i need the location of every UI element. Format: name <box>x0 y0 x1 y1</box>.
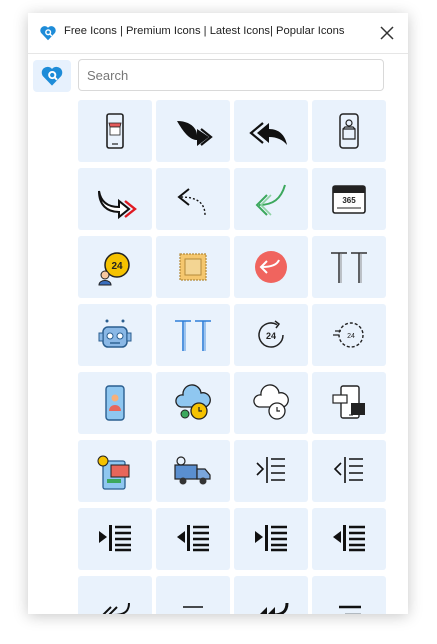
timer-24-icon: 24 <box>333 322 364 348</box>
align-center-icon <box>183 606 203 608</box>
icon-tile[interactable] <box>78 372 152 434</box>
mobile-chat-icon <box>332 385 365 419</box>
align-right-icon <box>339 605 361 614</box>
icon-tile[interactable] <box>234 372 308 434</box>
indent-right-filled-icon <box>99 525 131 552</box>
icon-tile[interactable] <box>78 440 152 502</box>
svg-text:24: 24 <box>266 331 276 341</box>
icon-tile[interactable]: 24 <box>312 304 386 366</box>
icon-tile[interactable] <box>312 440 386 502</box>
icon-tile[interactable] <box>78 304 152 366</box>
fast-rewind-arrow-icon <box>260 602 289 614</box>
icon-tile[interactable] <box>234 508 308 570</box>
sidebar-home-button[interactable] <box>33 60 71 92</box>
icon-tile[interactable]: 365 <box>312 168 386 230</box>
close-icon[interactable] <box>379 25 395 41</box>
rewind-arrow-icon <box>102 602 130 614</box>
icon-tile[interactable] <box>312 236 386 298</box>
indent-left-filled-icon <box>333 525 365 552</box>
clock-24-outline-icon: 24 <box>258 320 284 348</box>
brand-heart-search-icon <box>40 26 56 41</box>
reply-all-arrow-icon <box>249 122 287 145</box>
icon-tile[interactable] <box>156 372 230 434</box>
double-t-text-icon <box>331 252 367 283</box>
header: Free Icons | Premium Icons | Latest Icon… <box>28 13 408 54</box>
red-reply-circle-icon <box>255 251 287 283</box>
robot-face-icon <box>98 319 132 348</box>
cloud-clock-icon <box>175 384 211 420</box>
header-title: Free Icons | Premium Icons | Latest Icon… <box>64 25 345 37</box>
icon-tile[interactable] <box>234 168 308 230</box>
svg-text:365: 365 <box>342 196 356 205</box>
icon-tile[interactable] <box>78 100 152 162</box>
sidebar <box>28 54 74 614</box>
icon-tile[interactable] <box>78 168 152 230</box>
tablet-chat-icon <box>97 455 130 490</box>
mobile-person-icon <box>105 385 125 421</box>
indent-right-filled-icon <box>255 525 287 552</box>
calendar-365-icon: 365 <box>332 185 366 214</box>
indent-right-icon <box>256 457 285 483</box>
curved-forward-arrow-icon <box>98 190 137 220</box>
icon-grid: 365 24 24 24 <box>78 100 386 614</box>
delivery-truck-icon <box>174 456 211 485</box>
icon-tile[interactable] <box>78 508 152 570</box>
icon-tile[interactable]: 24 <box>234 304 308 366</box>
dotted-square-icon <box>179 253 207 281</box>
heart-search-icon <box>41 66 63 86</box>
icon-tile[interactable] <box>234 236 308 298</box>
icon-tile[interactable] <box>234 100 308 162</box>
mobile-shop-icon <box>106 113 124 149</box>
icon-tile[interactable] <box>156 440 230 502</box>
double-t-blue-text-icon <box>175 320 211 351</box>
svg-text:24: 24 <box>347 333 355 340</box>
icon-tile[interactable] <box>156 236 230 298</box>
cloud-clock-outline-icon <box>253 384 289 420</box>
icon-tile[interactable] <box>156 100 230 162</box>
green-reply-arrow-icon <box>255 184 286 216</box>
icon-tile[interactable] <box>156 508 230 570</box>
icon-tile[interactable] <box>312 508 386 570</box>
icon-tile[interactable] <box>156 168 230 230</box>
icon-tile[interactable] <box>234 576 308 614</box>
indent-left-icon <box>333 457 363 483</box>
icon-tile[interactable] <box>156 576 230 614</box>
icon-tile[interactable] <box>312 372 386 434</box>
indent-left-filled-icon <box>177 525 209 552</box>
support-24-person-icon: 24 <box>98 252 130 286</box>
svg-text:24: 24 <box>111 261 123 272</box>
icon-tile[interactable]: 24 <box>78 236 152 298</box>
icon-picker-panel: Free Icons | Premium Icons | Latest Icon… <box>28 13 408 614</box>
icon-tile[interactable] <box>312 100 386 162</box>
icon-tile[interactable] <box>312 576 386 614</box>
share-forward-arrow-icon <box>177 121 213 146</box>
icon-tile[interactable] <box>78 576 152 614</box>
dotted-back-arrow-icon <box>177 188 206 216</box>
icon-tile[interactable] <box>234 440 308 502</box>
search-input[interactable] <box>78 59 384 91</box>
mobile-store-icon <box>339 113 359 149</box>
icon-tile[interactable] <box>156 304 230 366</box>
